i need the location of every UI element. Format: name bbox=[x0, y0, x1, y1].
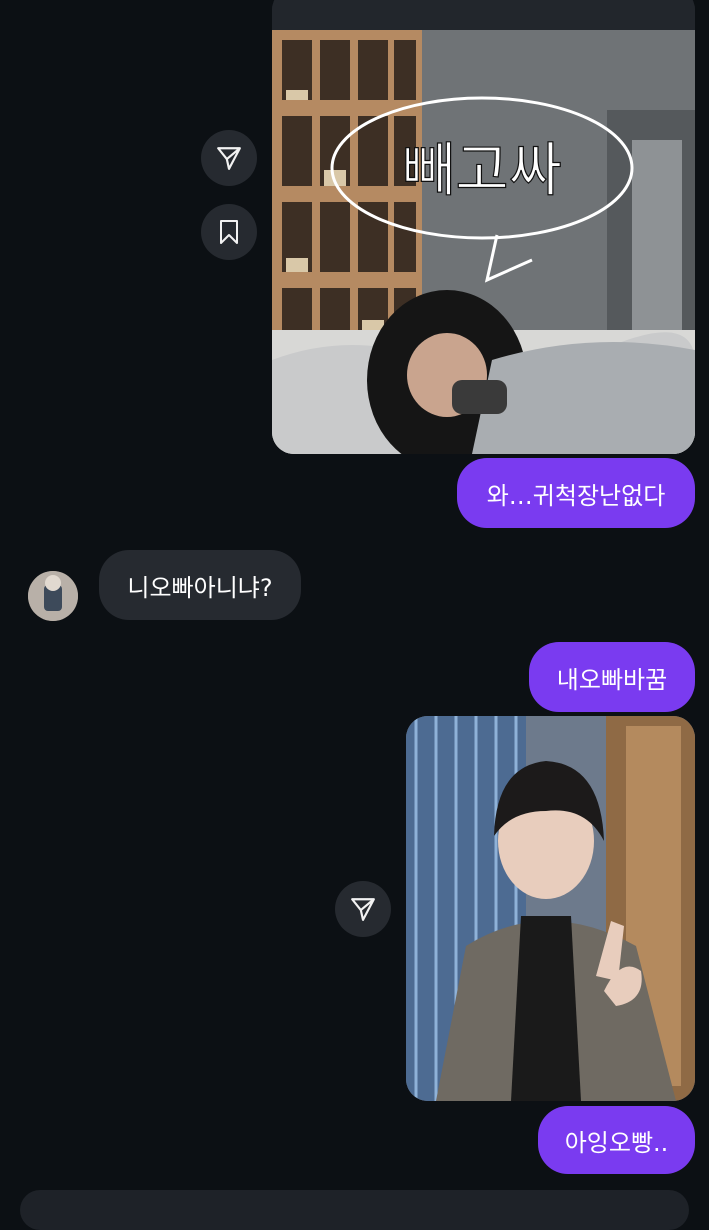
sender-avatar[interactable] bbox=[28, 571, 78, 621]
share-post-button[interactable] bbox=[201, 130, 257, 186]
photo-drawn-text: 빼고싸 bbox=[402, 136, 562, 204]
shared-post-photo[interactable]: 빼고싸 bbox=[272, 30, 695, 454]
message-text: 니오빠아니냐? bbox=[127, 573, 273, 602]
message-text: 내오빠바꿈 bbox=[556, 665, 668, 694]
photo-message-image bbox=[406, 716, 695, 1101]
message-text: 와…귀척장난없다 bbox=[486, 481, 666, 510]
message-bubble-sent[interactable]: 와…귀척장난없다 bbox=[457, 458, 695, 528]
message-bubble-received[interactable]: 니오빠아니냐? bbox=[99, 550, 301, 620]
message-composer[interactable] bbox=[20, 1190, 689, 1230]
send-icon bbox=[217, 147, 241, 170]
shared-post-image: 빼고싸 bbox=[272, 30, 695, 454]
save-post-button[interactable] bbox=[201, 204, 257, 260]
message-bubble-sent[interactable]: 내오빠바꿈 bbox=[529, 642, 695, 712]
shared-post-header bbox=[272, 0, 695, 30]
shared-post-card[interactable]: 빼고싸 bbox=[272, 0, 695, 454]
send-icon bbox=[351, 898, 375, 921]
bookmark-icon bbox=[220, 220, 238, 244]
photo-message[interactable] bbox=[406, 716, 695, 1101]
message-text: 아잉오빵.. bbox=[564, 1128, 669, 1157]
share-photo-button[interactable] bbox=[335, 881, 391, 937]
avatar-image bbox=[28, 571, 78, 621]
message-bubble-sent[interactable]: 아잉오빵.. bbox=[538, 1106, 695, 1174]
